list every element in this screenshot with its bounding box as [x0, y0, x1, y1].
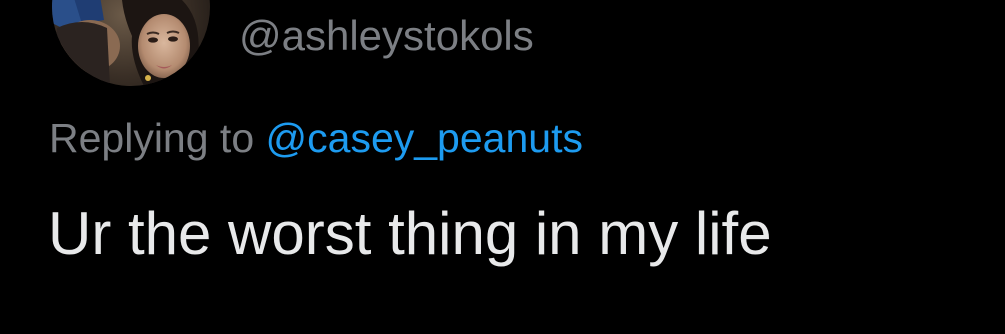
user-handle[interactable]: @ashleystokols [239, 10, 534, 62]
avatar-photo [52, 0, 210, 86]
avatar[interactable] [52, 0, 210, 86]
tweet-card: @ashleystokols Replying to @casey_peanut… [0, 0, 1005, 334]
replying-to-label: Replying to [49, 115, 255, 161]
tweet-text: Ur the worst thing in my life [48, 200, 772, 267]
replying-to-mention-link[interactable]: @casey_peanuts [266, 115, 583, 161]
replying-to-line: Replying to @casey_peanuts [49, 111, 583, 165]
